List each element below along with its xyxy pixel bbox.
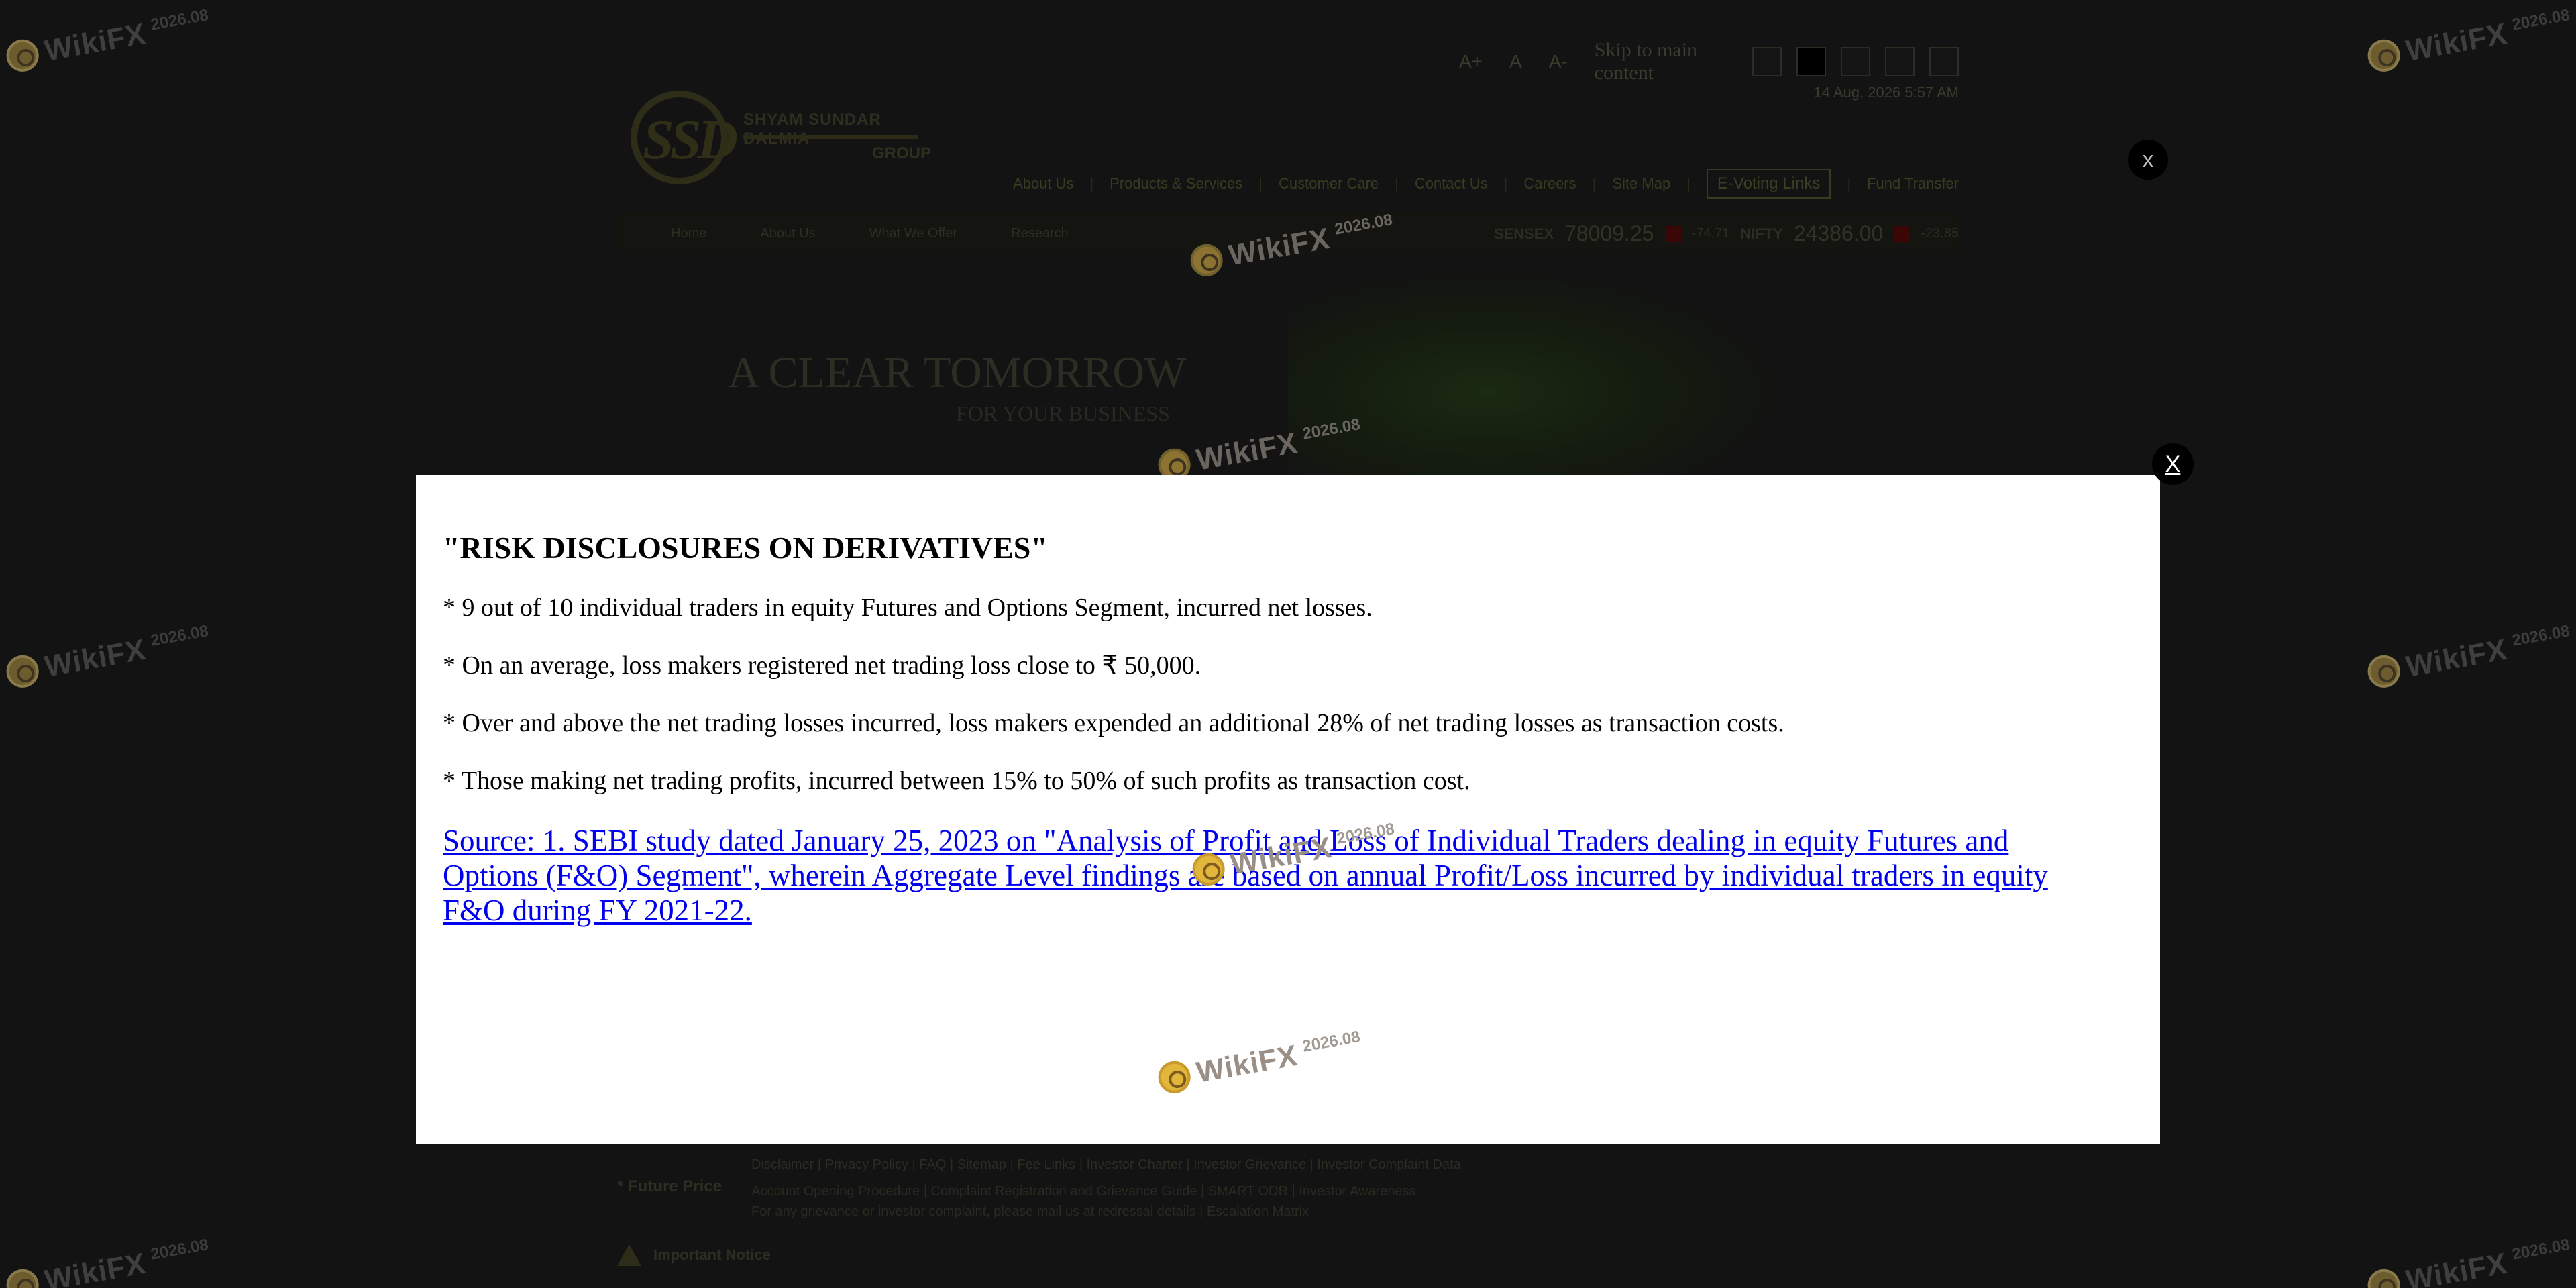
sensex-change: -74.71	[1691, 226, 1730, 241]
nav-separator: |	[1686, 175, 1690, 192]
wikifx-logo-icon	[1189, 851, 1228, 888]
modal-close-button[interactable]: X	[2152, 443, 2194, 485]
top-navigation: About Us | Products & Services | Custome…	[1013, 169, 1959, 199]
datetime-display: 14 Aug, 2026 5:57 AM	[1813, 84, 1959, 101]
down-arrow-icon	[1664, 225, 1681, 242]
footer-links[interactable]: Disclaimer | Privacy Policy | FAQ | Site…	[751, 1157, 1461, 1173]
wikifx-logo-icon	[2365, 37, 2403, 74]
background-close-button[interactable]: x	[2128, 140, 2168, 180]
font-decrease-button[interactable]: A-	[1549, 51, 1568, 72]
nav-separator: |	[1847, 175, 1851, 192]
important-notice-label: Important Notice	[653, 1246, 771, 1263]
footer-info: Account Opening Procedure | Complaint Re…	[751, 1181, 1416, 1222]
important-notice[interactable]: Important Notice	[617, 1244, 771, 1266]
nav-about-us[interactable]: About Us	[1013, 175, 1074, 193]
wikifx-logo-icon	[3, 653, 42, 690]
wikifx-logo-icon	[3, 37, 42, 74]
nav-careers[interactable]: Careers	[1523, 175, 1576, 193]
disclosure-point-4: * Those making net trading profits, incu…	[443, 767, 1470, 795]
footer-line-2[interactable]: Account Opening Procedure | Complaint Re…	[751, 1181, 1416, 1201]
theme-switcher	[1752, 47, 1959, 76]
theme-option-5[interactable]	[1929, 47, 1959, 76]
theme-option-4[interactable]	[1885, 47, 1915, 76]
theme-option-3[interactable]	[1841, 47, 1870, 76]
logo-company-name: SHYAM SUNDAR DALMIA	[743, 111, 881, 148]
nav-separator: |	[1503, 175, 1508, 192]
disclosure-point-1: * 9 out of 10 individual traders in equi…	[443, 594, 1373, 622]
wikifx-logo-icon	[1155, 1059, 1193, 1096]
nav-customer-care[interactable]: Customer Care	[1279, 175, 1379, 193]
nav-separator: |	[1395, 175, 1399, 192]
nav-separator: |	[1089, 175, 1094, 192]
theme-option-2[interactable]	[1796, 47, 1826, 76]
disclosure-point-3: * Over and above the net trading losses …	[443, 709, 1784, 737]
theme-option-1[interactable]	[1752, 47, 1782, 76]
menu-home[interactable]: Home	[671, 226, 706, 241]
wikifx-logo-icon	[1187, 241, 1226, 279]
disclosure-point-2: * On an average, loss makers registered …	[443, 651, 1201, 680]
footer-line-3[interactable]: For any grievance or investor complaint,…	[751, 1201, 1416, 1222]
market-ticker: SENSEX 78009.25 -74.71 NIFTY 24386.00 -2…	[1494, 221, 1959, 246]
sensex-label: SENSEX	[1493, 225, 1554, 242]
down-arrow-icon	[1894, 225, 1911, 242]
wikifx-logo-icon	[3, 1267, 42, 1288]
wikifx-logo-icon	[2365, 653, 2403, 690]
modal-title: "RISK DISCLOSURES ON DERIVATIVES"	[443, 531, 1048, 565]
accessibility-toolbar: A+ A A- Skip to main content	[1459, 39, 1959, 85]
warning-icon	[617, 1244, 641, 1266]
nav-contact-us[interactable]: Contact Us	[1415, 175, 1488, 193]
nav-separator: |	[1258, 175, 1263, 192]
wikifx-logo-icon	[2365, 1267, 2403, 1288]
hero-title: A CLEAR TOMORROW	[728, 348, 1187, 397]
font-increase-button[interactable]: A+	[1459, 51, 1483, 72]
nifty-value: 24386.00	[1793, 221, 1884, 246]
nav-products-services[interactable]: Products & Services	[1110, 175, 1242, 193]
site-logo[interactable]: SSD SHYAM SUNDAR DALMIA GROUP	[631, 84, 932, 191]
nav-fund-transfer[interactable]: Fund Transfer	[1867, 175, 1959, 193]
skip-to-content-link[interactable]: Skip to main content	[1595, 39, 1705, 85]
menu-what-we-offer[interactable]: What We Offer	[869, 226, 958, 241]
menu-about-us[interactable]: About Us	[760, 226, 815, 241]
logo-group-text: GROUP	[872, 144, 932, 162]
logo-letters: SSD	[643, 109, 738, 171]
nav-site-map[interactable]: Site Map	[1612, 175, 1670, 193]
sensex-value: 78009.25	[1564, 221, 1654, 246]
menu-research[interactable]: Research	[1011, 226, 1069, 241]
nav-separator: |	[1592, 175, 1597, 192]
hero-subtitle: FOR YOUR BUSINESS	[956, 401, 1170, 425]
nifty-label: NIFTY	[1740, 225, 1783, 242]
evoting-links-button[interactable]: E-Voting Links	[1706, 169, 1831, 199]
sebi-source-link[interactable]: Source: 1. SEBI study dated January 25, …	[443, 823, 2106, 928]
logo-underline	[743, 135, 918, 139]
footer-area: Disclaimer | Privacy Policy | FAQ | Site…	[617, 1144, 1959, 1288]
future-price-label: * Future Price	[617, 1177, 722, 1195]
nifty-change: -23.85	[1921, 226, 1959, 241]
font-reset-button[interactable]: A	[1509, 51, 1522, 72]
